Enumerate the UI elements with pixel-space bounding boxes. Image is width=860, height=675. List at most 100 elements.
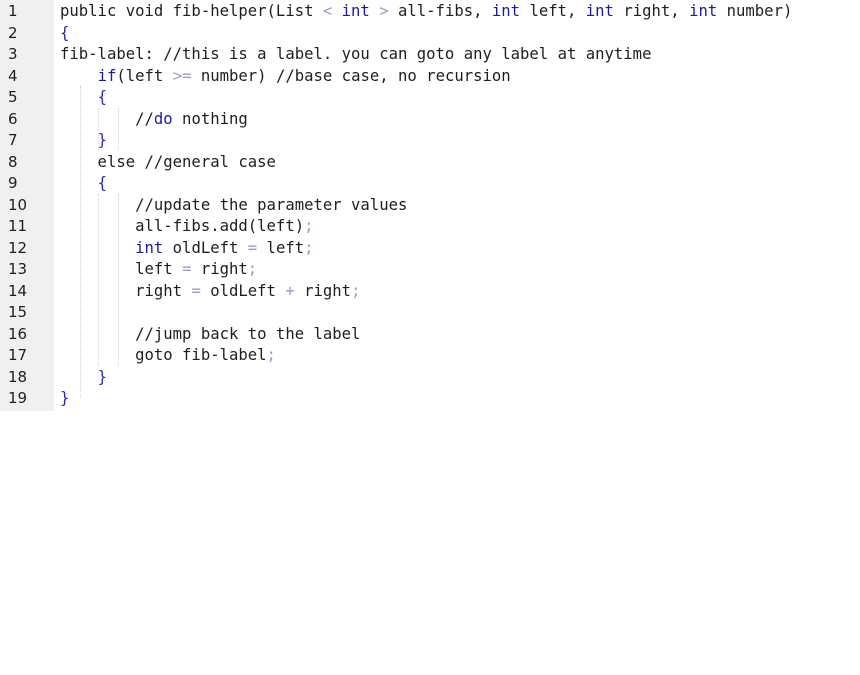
code-token: left, <box>520 2 586 20</box>
code-line[interactable]: 5 { <box>0 87 860 109</box>
code-text: if(left >= number) //base case, no recur… <box>60 66 511 88</box>
indent-guide <box>118 108 119 150</box>
code-token: { <box>97 88 107 106</box>
indent-guide <box>98 194 99 366</box>
code-token: number) //base case, no recursion <box>191 66 511 85</box>
code-line[interactable]: 7 } <box>0 130 860 152</box>
line-number: 1 <box>8 2 18 20</box>
code-token: oldLeft <box>163 238 248 257</box>
code-token: (left <box>116 66 173 85</box>
code-token: // <box>60 109 154 128</box>
line-number: 8 <box>8 152 18 171</box>
code-line[interactable]: 14 right = oldLeft + right; <box>0 281 860 303</box>
code-token: right <box>191 260 248 278</box>
code-line[interactable]: 8 else //general case <box>0 152 860 174</box>
code-token: if <box>97 66 117 85</box>
code-text: //jump back to the label <box>60 324 360 346</box>
line-number: 10 <box>8 195 28 214</box>
line-number: 3 <box>8 45 18 63</box>
code-token: ; <box>304 238 314 257</box>
code-line[interactable]: 10 //update the parameter values <box>0 195 860 217</box>
code-token: int <box>491 2 521 20</box>
code-line[interactable]: 19} <box>0 388 860 410</box>
code-token: int <box>341 2 370 20</box>
code-text: //update the parameter values <box>60 195 407 217</box>
code-line[interactable]: 12 int oldLeft = left; <box>0 238 860 260</box>
code-token: > <box>379 2 389 20</box>
code-line[interactable]: 2{ <box>0 23 860 45</box>
code-token: all-fibs.add(left) <box>60 217 305 235</box>
code-token: ; <box>304 217 314 235</box>
code-token: number) <box>717 2 793 20</box>
line-number: 18 <box>8 367 28 386</box>
line-number: 5 <box>8 88 18 106</box>
code-token: int <box>585 2 614 20</box>
code-text: } <box>60 388 69 410</box>
code-token: right, <box>613 2 690 20</box>
code-text: right = oldLeft + right; <box>60 281 360 303</box>
code-token: public void fib-helper(List <box>60 2 323 20</box>
code-token: nothing <box>172 109 248 128</box>
code-text: } <box>60 367 107 389</box>
code-token: right <box>294 281 352 300</box>
code-token: >= <box>172 66 192 85</box>
code-token: { <box>60 23 70 42</box>
code-token: else //general case <box>60 152 276 171</box>
code-line[interactable]: 11 all-fibs.add(left); <box>0 216 860 238</box>
code-line[interactable]: 6 //do nothing <box>0 109 860 131</box>
code-token: all-fibs, <box>388 2 492 20</box>
code-line[interactable]: 15 <box>0 302 860 324</box>
code-line[interactable]: 3 fib-label: //this is a label. you can g… <box>0 44 860 66</box>
code-text: { <box>60 23 69 45</box>
code-token: { <box>97 174 107 192</box>
code-token: ; <box>351 281 361 300</box>
code-text: } <box>60 130 107 152</box>
code-line[interactable]: 16 //jump back to the label <box>0 324 860 346</box>
code-token: ; <box>247 260 258 278</box>
code-token: //jump back to the label <box>60 324 361 343</box>
code-line[interactable]: 1 public void fib-helper(List < int > all… <box>0 1 860 23</box>
code-line[interactable]: 17 goto fib-label; <box>0 345 860 367</box>
indent-guide <box>80 86 81 398</box>
line-number: 13 <box>8 260 28 278</box>
code-token: = <box>191 281 201 300</box>
line-number: 15 <box>8 303 28 321</box>
code-token: } <box>60 389 70 407</box>
line-number: 14 <box>8 281 28 300</box>
code-text: { <box>60 87 107 109</box>
line-number: 12 <box>8 238 28 257</box>
code-token: do <box>153 109 173 128</box>
code-text: else //general case <box>60 152 276 174</box>
code-token: + <box>285 281 295 300</box>
code-text: { <box>60 173 107 195</box>
code-token: fib-label: //this is a label. you can go… <box>60 45 652 63</box>
code-line[interactable]: 9 { <box>0 173 860 195</box>
code-token: left <box>257 238 305 257</box>
line-number: 2 <box>8 23 18 42</box>
code-line[interactable]: 4 if(left >= number) //base case, no rec… <box>0 66 860 88</box>
code-editor[interactable]: 1 public void fib-helper(List < int > all… <box>0 0 860 420</box>
line-number: 7 <box>8 131 18 149</box>
indent-guide <box>98 108 99 150</box>
code-text: //do nothing <box>60 109 248 131</box>
line-number: 9 <box>8 174 18 192</box>
code-line[interactable]: 18 } <box>0 367 860 389</box>
code-token: } <box>97 367 107 386</box>
code-line[interactable]: 13 left = right; <box>0 259 860 281</box>
code-token: //update the parameter values <box>60 195 408 214</box>
code-token: ; <box>266 346 276 364</box>
code-token: = <box>247 238 258 257</box>
line-number: 4 <box>8 66 18 85</box>
line-number: 19 <box>8 389 28 407</box>
code-text: public void fib-helper(List < int > all-… <box>60 1 792 23</box>
code-token: int <box>689 2 718 20</box>
line-number: 6 <box>8 109 18 128</box>
code-token: < <box>322 2 333 20</box>
